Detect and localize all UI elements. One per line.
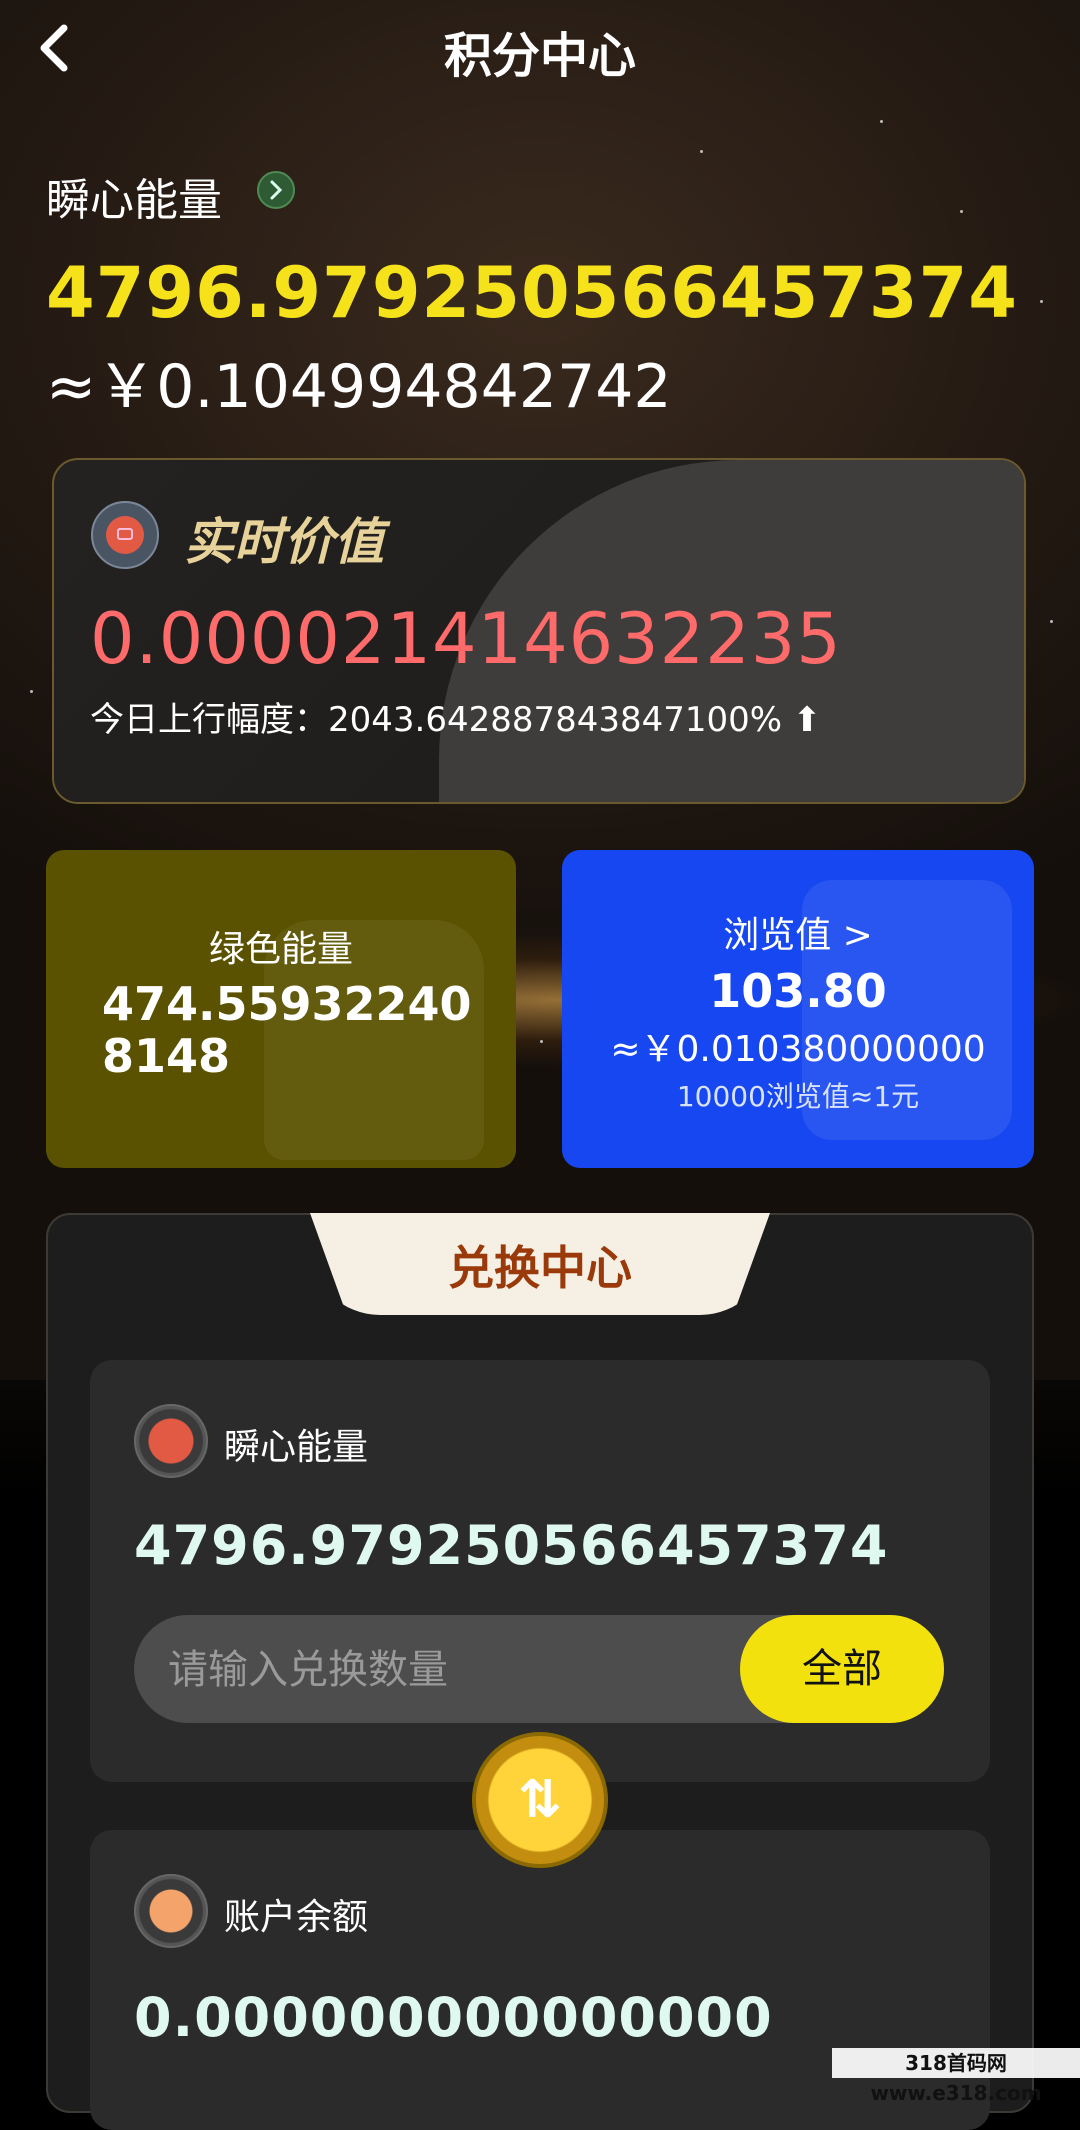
all-button[interactable]: 全部 xyxy=(740,1615,944,1723)
realtime-value: 0.000021414632235 xyxy=(90,598,842,680)
browse-value: 103.80 xyxy=(709,964,887,1018)
realtime-label: 实时价值 xyxy=(184,513,384,571)
to-value: 0.000000000000000 xyxy=(134,1986,773,2049)
from-value: 4796.979250566457374 xyxy=(134,1514,889,1577)
exchange-amount-input[interactable] xyxy=(166,1615,730,1723)
page-title: 积分中心 xyxy=(443,28,636,84)
browse-value-card[interactable]: 浏览值 > 103.80 ≈￥0.010380000000 10000浏览值≈1… xyxy=(562,850,1034,1168)
browse-rmb-value: ≈￥0.010380000000 xyxy=(610,1029,986,1070)
top-bar: 积分中心 xyxy=(0,0,1080,95)
chevron-right-circle-icon[interactable] xyxy=(256,170,296,210)
to-label: 账户余额 xyxy=(224,1897,369,1938)
green-energy-title: 绿色能量 xyxy=(208,929,353,970)
coin-icon xyxy=(91,501,159,569)
swap-button[interactable]: ⇅ xyxy=(472,1732,608,1868)
yuan-coin-icon xyxy=(134,1874,208,1948)
green-energy-value: 474.559322408148 xyxy=(102,977,472,1083)
realtime-value-card: 实时价值 0.000021414632235 今日上行幅度：2043.64288… xyxy=(52,458,1026,804)
exchange-center-title: 兑换中心 xyxy=(448,1241,632,1295)
energy-label: 瞬心能量 xyxy=(46,175,222,226)
swap-icon: ⇅ xyxy=(518,1770,562,1830)
daily-change-text: 今日上行幅度：2043.642887843847100% ⬆ xyxy=(90,700,822,740)
browse-exchange-rate: 10000浏览值≈1元 xyxy=(676,1080,920,1113)
green-energy-card: 绿色能量 474.559322408148 xyxy=(46,850,516,1168)
exchange-to-box xyxy=(90,1830,990,2130)
site-watermark: 318首码网 www.e318.com xyxy=(832,2048,1080,2105)
coin-icon xyxy=(134,1404,208,1478)
browse-value-title: 浏览值 > xyxy=(723,915,873,956)
energy-value: 4796.979250566457374 xyxy=(46,252,1019,334)
from-label: 瞬心能量 xyxy=(224,1427,369,1468)
energy-rmb-value: ≈￥0.104994842742 xyxy=(46,352,672,422)
